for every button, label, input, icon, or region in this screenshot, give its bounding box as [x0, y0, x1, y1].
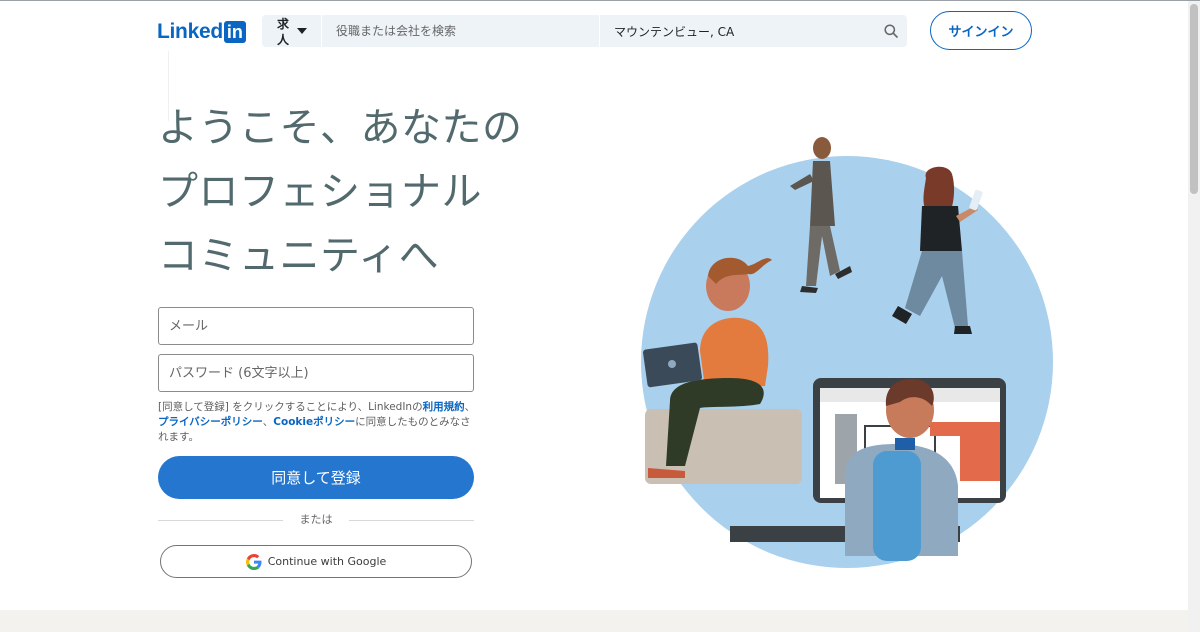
search-button[interactable] — [875, 15, 907, 47]
jobs-dropdown[interactable]: 求人 — [262, 15, 322, 47]
email-field[interactable] — [158, 307, 474, 345]
legal-prefix: [同意して登録] をクリックすることにより、LinkedInの — [158, 401, 423, 413]
scrollbar-thumb[interactable] — [1190, 4, 1198, 194]
legal-separator: 、 — [464, 401, 476, 413]
linkedin-logo[interactable]: Linked in — [157, 20, 246, 44]
person-woman-laptop — [700, 317, 769, 388]
jobs-dropdown-label: 求人 — [277, 17, 290, 47]
legal-notice: [同意して登録] をクリックすることにより、LinkedInの利用規約、プライバ… — [158, 400, 476, 445]
job-search-bar: 求人 — [262, 15, 907, 47]
cookie-policy-link[interactable]: Cookieポリシー — [273, 416, 355, 428]
join-button[interactable]: 同意して登録 — [158, 456, 474, 499]
chevron-down-icon — [297, 28, 307, 34]
page: Linked in 求人 サインイン ようこそ、あなたの プロフェショナル コミ… — [0, 0, 1200, 632]
footer-band — [0, 610, 1200, 632]
google-icon — [245, 553, 262, 570]
hero-heading-line: ようこそ、あなたの — [158, 105, 523, 151]
privacy-policy-link[interactable]: プライバシーポリシー — [158, 416, 263, 428]
search-icon — [884, 24, 898, 38]
google-signin-label: Continue with Google — [267, 555, 387, 568]
password-field[interactable] — [158, 354, 474, 392]
logo-in-box: in — [223, 21, 246, 43]
logo-text: Linked — [157, 20, 223, 43]
google-signin-button[interactable]: Continue with Google — [160, 545, 472, 578]
user-agreement-link[interactable]: 利用規約 — [423, 401, 465, 413]
keyword-search-input[interactable] — [323, 15, 599, 47]
hero-heading: ようこそ、あなたの プロフェショナル コミュニティへ — [158, 96, 588, 288]
divider-line — [349, 520, 474, 521]
scrollbar[interactable] — [1188, 1, 1200, 632]
signin-button[interactable]: サインイン — [930, 11, 1032, 50]
or-divider: または — [158, 512, 474, 528]
legal-separator: 、 — [262, 416, 274, 428]
hero-heading-line: コミュニティへ — [158, 233, 440, 279]
hero-heading-line: プロフェショナル — [158, 169, 482, 215]
welcome-illustration — [641, 137, 1053, 568]
location-input[interactable] — [599, 15, 875, 47]
